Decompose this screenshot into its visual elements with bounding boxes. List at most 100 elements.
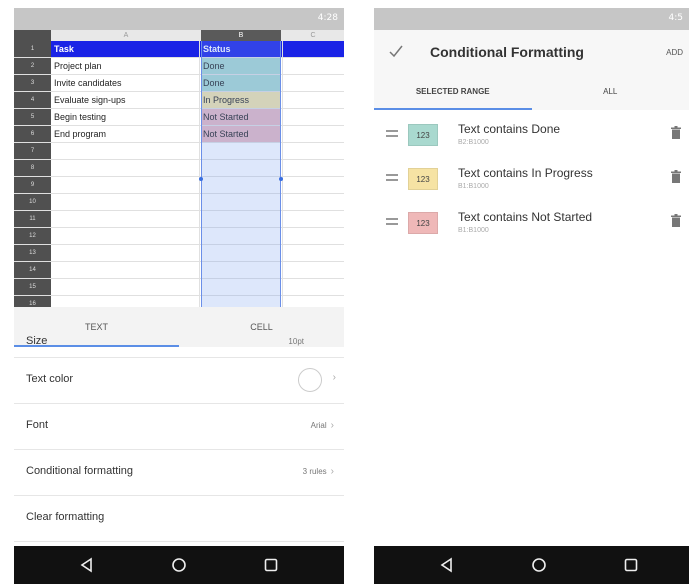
row-number[interactable]: 10 [14, 194, 51, 210]
cell-c[interactable] [282, 75, 344, 91]
cell-c[interactable] [282, 160, 344, 176]
rule-item[interactable]: 123 Text contains Not Started B1:B1000 [374, 204, 689, 248]
table-row[interactable]: 8 [14, 160, 344, 177]
cell-task[interactable] [52, 245, 200, 261]
table-row[interactable]: 5 Begin testing Not Started [14, 109, 344, 126]
table-row[interactable]: 13 [14, 245, 344, 262]
recents-icon[interactable] [620, 554, 642, 576]
column-header-a[interactable]: A [52, 30, 200, 41]
cell-task[interactable] [52, 296, 200, 307]
cell-status[interactable]: Status [201, 41, 281, 57]
cell-task[interactable]: Invite candidates [52, 75, 200, 91]
cell-c[interactable] [282, 228, 344, 244]
trash-icon[interactable] [671, 214, 681, 227]
spreadsheet-grid[interactable]: A B C 1 Task Status 2 Project plan Done 3 Invit… [14, 30, 344, 307]
cell-status[interactable] [201, 143, 281, 159]
cell-task[interactable] [52, 228, 200, 244]
trash-icon[interactable] [671, 170, 681, 183]
clear-formatting-row[interactable]: Clear formatting [14, 496, 344, 542]
cell-c[interactable] [282, 194, 344, 210]
table-row[interactable]: 4 Evaluate sign-ups In Progress [14, 92, 344, 109]
table-row[interactable]: 9 [14, 177, 344, 194]
row-number[interactable]: 15 [14, 279, 51, 295]
cell-status[interactable] [201, 296, 281, 307]
tab-selected-range[interactable]: SELECTED RANGE [374, 74, 532, 110]
cell-status[interactable] [201, 211, 281, 227]
cell-c[interactable] [282, 279, 344, 295]
size-row[interactable]: Size 10pt [14, 335, 344, 358]
cell-status[interactable]: Not Started [201, 126, 281, 142]
row-number[interactable]: 11 [14, 211, 51, 227]
row-number[interactable]: 8 [14, 160, 51, 176]
table-row[interactable]: 10 [14, 194, 344, 211]
cell-c[interactable] [282, 92, 344, 108]
cell-task[interactable] [52, 160, 200, 176]
drag-handle-icon[interactable] [386, 130, 398, 138]
table-row[interactable]: 15 [14, 279, 344, 296]
table-row[interactable]: 2 Project plan Done [14, 58, 344, 75]
drag-handle-icon[interactable] [386, 218, 398, 226]
cell-c[interactable] [282, 143, 344, 159]
cell-task[interactable] [52, 279, 200, 295]
cell-c[interactable] [282, 58, 344, 74]
table-row[interactable]: 7 [14, 143, 344, 160]
cell-c[interactable] [282, 177, 344, 193]
cell-status[interactable]: Done [201, 75, 281, 91]
add-rule-button[interactable]: ADD [666, 48, 683, 57]
cell-status[interactable] [201, 160, 281, 176]
cell-c[interactable] [282, 109, 344, 125]
table-row[interactable]: 11 [14, 211, 344, 228]
cell-status[interactable] [201, 279, 281, 295]
cell-task[interactable]: Task [52, 41, 200, 57]
cell-task[interactable]: Project plan [52, 58, 200, 74]
table-row[interactable]: 3 Invite candidates Done [14, 75, 344, 92]
cell-task[interactable]: Begin testing [52, 109, 200, 125]
cell-status[interactable] [201, 194, 281, 210]
recents-icon[interactable] [260, 554, 282, 576]
cell-status[interactable] [201, 262, 281, 278]
corner-cell[interactable] [14, 30, 51, 41]
cell-c[interactable] [282, 245, 344, 261]
row-number[interactable]: 9 [14, 177, 51, 193]
row-number[interactable]: 4 [14, 92, 51, 108]
row-number[interactable]: 6 [14, 126, 51, 142]
table-row[interactable]: 16 [14, 296, 344, 307]
row-number[interactable]: 14 [14, 262, 51, 278]
cell-task[interactable] [52, 194, 200, 210]
trash-icon[interactable] [671, 126, 681, 139]
cell-task[interactable] [52, 262, 200, 278]
cell-status[interactable] [201, 245, 281, 261]
table-row[interactable]: 6 End program Not Started [14, 126, 344, 143]
cell-status[interactable]: In Progress [201, 92, 281, 108]
check-icon[interactable] [388, 43, 404, 59]
cell-task[interactable] [52, 143, 200, 159]
row-number[interactable]: 12 [14, 228, 51, 244]
cell-status[interactable] [201, 177, 281, 193]
tab-all[interactable]: ALL [532, 74, 689, 110]
row-number[interactable]: 2 [14, 58, 51, 74]
cell-status[interactable]: Not Started [201, 109, 281, 125]
row-number[interactable]: 13 [14, 245, 51, 261]
drag-handle-icon[interactable] [386, 174, 398, 182]
cell-task[interactable]: Evaluate sign-ups [52, 92, 200, 108]
cell-task[interactable]: End program [52, 126, 200, 142]
home-icon[interactable] [168, 554, 190, 576]
header-row[interactable]: 1 Task Status [14, 41, 344, 58]
home-icon[interactable] [528, 554, 550, 576]
table-row[interactable]: 12 [14, 228, 344, 245]
font-row[interactable]: Font Arial › [14, 404, 344, 450]
conditional-formatting-row[interactable]: Conditional formatting 3 rules › [14, 450, 344, 496]
table-row[interactable]: 14 [14, 262, 344, 279]
cell-status[interactable]: Done [201, 58, 281, 74]
cell-c[interactable] [282, 211, 344, 227]
row-number[interactable]: 7 [14, 143, 51, 159]
cell-c[interactable] [282, 262, 344, 278]
row-number[interactable]: 16 [14, 296, 51, 307]
cell-c[interactable] [282, 41, 344, 57]
back-icon[interactable] [76, 554, 98, 576]
text-color-swatch[interactable] [298, 368, 322, 392]
row-number[interactable]: 5 [14, 109, 51, 125]
text-color-row[interactable]: Text color › [14, 358, 344, 404]
cell-c[interactable] [282, 296, 344, 307]
rule-item[interactable]: 123 Text contains In Progress B1:B1000 [374, 160, 689, 204]
